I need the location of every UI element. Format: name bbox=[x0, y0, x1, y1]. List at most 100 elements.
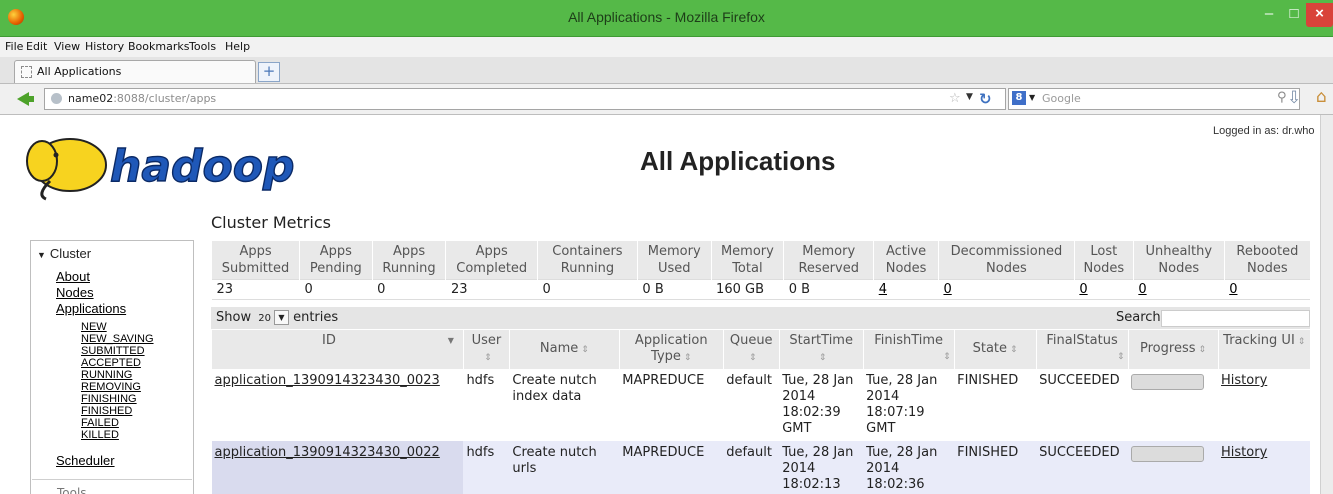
nav-state-finished[interactable]: FINISHED bbox=[81, 406, 132, 417]
tab-bar: All Applications + bbox=[0, 57, 1333, 84]
decommissioned-nodes-link[interactable]: 0 bbox=[943, 282, 951, 297]
hadoop-logo: hadoop bbox=[26, 138, 295, 201]
logged-in-user: Logged in as: dr.who bbox=[1213, 125, 1315, 137]
starttime-cell: Tue, 28 Jan 2014 18:02:13 bbox=[779, 441, 864, 494]
page-title: All Applications bbox=[640, 146, 836, 176]
column-header-finalstatus[interactable]: FinalStatus ⇕ bbox=[1035, 330, 1129, 369]
nav-link-about[interactable]: About bbox=[56, 269, 90, 284]
application-id-link[interactable]: application_1390914323430_0022 bbox=[215, 445, 440, 460]
lost-nodes-link[interactable]: 0 bbox=[1079, 282, 1087, 297]
nav-state-new-saving[interactable]: NEW_SAVING bbox=[81, 334, 154, 345]
history-dropdown-icon[interactable]: ▼ bbox=[966, 92, 973, 102]
page-length-control: Show 20 ▼ entries bbox=[216, 310, 338, 325]
address-bar[interactable]: name02:8088/cluster/apps ☆ ▼ ↻ bbox=[44, 88, 1006, 110]
search-bar[interactable]: 8 ▼ Google ⚲ bbox=[1008, 88, 1300, 110]
nav-state-submitted[interactable]: SUBMITTED bbox=[81, 346, 145, 357]
minimize-button[interactable]: – bbox=[1256, 3, 1282, 27]
column-header-id[interactable]: ID ▼ bbox=[211, 330, 464, 369]
finalstatus-cell: SUCCEEDED bbox=[1036, 441, 1129, 494]
finishtime-cell: Tue, 28 Jan 2014 18:02:36 bbox=[863, 441, 955, 494]
search-label: Search: bbox=[1116, 310, 1166, 325]
menu-tools[interactable]: Tools bbox=[189, 40, 216, 53]
page-icon bbox=[21, 66, 32, 78]
menu-edit[interactable]: Edit bbox=[26, 40, 47, 53]
nav-state-failed[interactable]: FAILED bbox=[81, 418, 119, 429]
tools-section-label[interactable]: Tools bbox=[57, 486, 87, 494]
bookmark-star-icon[interactable]: ☆ bbox=[949, 91, 961, 106]
reload-icon[interactable]: ↻ bbox=[979, 90, 992, 108]
queue-header-label: Queue bbox=[729, 333, 773, 348]
metric-header: Memory Used bbox=[636, 241, 712, 280]
table-search-input[interactable] bbox=[1161, 310, 1310, 327]
active-nodes-link[interactable]: 4 bbox=[879, 282, 887, 297]
menu-bookmarks[interactable]: Bookmarks bbox=[128, 40, 189, 53]
nav-state-killed[interactable]: KILLED bbox=[81, 430, 119, 441]
nav-link-scheduler[interactable]: Scheduler bbox=[56, 453, 115, 468]
progress-bar bbox=[1131, 374, 1205, 390]
metric-apps-submitted: 23 bbox=[211, 279, 300, 300]
home-icon[interactable]: ⌂ bbox=[1316, 87, 1333, 107]
page-length-select[interactable]: 20 bbox=[255, 313, 274, 324]
nav-link-nodes[interactable]: Nodes bbox=[56, 285, 94, 300]
maximize-button[interactable]: □ bbox=[1282, 3, 1306, 27]
column-header-queue[interactable]: Queue ⇕ bbox=[722, 330, 780, 369]
tab-label: All Applications bbox=[37, 65, 122, 78]
metric-decommissioned-cell: 0 bbox=[938, 279, 1075, 300]
column-header-progress[interactable]: Progress ⇕ bbox=[1127, 330, 1219, 369]
progress-bar bbox=[1131, 446, 1205, 462]
menu-view[interactable]: View bbox=[54, 40, 80, 53]
metric-header: Apps Completed bbox=[445, 241, 538, 280]
cluster-section-toggle[interactable]: ▼ Cluster bbox=[37, 246, 91, 261]
menu-history[interactable]: History bbox=[85, 40, 124, 53]
nav-link-applications[interactable]: Applications bbox=[56, 301, 126, 316]
download-icon[interactable]: ⇩ bbox=[1287, 88, 1301, 108]
menu-file[interactable]: File bbox=[5, 40, 23, 53]
column-header-starttime[interactable]: StartTime ⇕ bbox=[778, 330, 864, 369]
google-icon[interactable]: 8 bbox=[1012, 91, 1026, 105]
tab-all-applications[interactable]: All Applications bbox=[14, 60, 256, 83]
nav-state-running[interactable]: RUNNING bbox=[81, 370, 132, 381]
unhealthy-nodes-link[interactable]: 0 bbox=[1138, 282, 1146, 297]
history-link[interactable]: History bbox=[1221, 373, 1267, 388]
column-header-finishtime[interactable]: FinishTime ⇕ bbox=[862, 330, 955, 369]
state-cell: FINISHED bbox=[954, 441, 1037, 494]
metric-apps-pending: 0 bbox=[299, 279, 373, 300]
table-row: application_1390914323430_0022 hdfs Crea… bbox=[211, 441, 1310, 494]
column-header-name[interactable]: Name ⇕ bbox=[508, 330, 620, 369]
metric-header: Active Nodes bbox=[873, 241, 939, 280]
column-header-state[interactable]: State ⇕ bbox=[953, 330, 1037, 369]
metric-active-nodes-cell: 4 bbox=[873, 279, 939, 300]
nav-state-accepted[interactable]: ACCEPTED bbox=[81, 358, 141, 369]
history-link[interactable]: History bbox=[1221, 445, 1267, 460]
metric-header: Apps Pending bbox=[299, 241, 373, 280]
column-header-tracking[interactable]: Tracking UI ⇕ bbox=[1217, 330, 1310, 369]
application-id-link[interactable]: application_1390914323430_0023 bbox=[215, 373, 440, 388]
starttime-cell: Tue, 28 Jan 2014 18:02:39 GMT bbox=[779, 369, 864, 441]
metric-header: Memory Total bbox=[710, 241, 784, 280]
sort-icon: ⇕ bbox=[581, 345, 589, 355]
page-length-dropdown-icon[interactable]: ▼ bbox=[273, 310, 289, 325]
user-cell: hdfs bbox=[463, 441, 510, 494]
progress-cell bbox=[1128, 369, 1219, 441]
metric-lost-cell: 0 bbox=[1074, 279, 1134, 300]
column-header-user[interactable]: User ⇕ bbox=[462, 330, 510, 369]
app-id-cell: application_1390914323430_0022 bbox=[211, 441, 464, 494]
cluster-metrics-title: Cluster Metrics bbox=[211, 213, 331, 232]
close-button[interactable]: × bbox=[1306, 3, 1333, 27]
vertical-scrollbar[interactable] bbox=[1320, 115, 1333, 494]
metric-memory-used: 0 B bbox=[637, 279, 712, 300]
metrics-header-row: Apps Submitted Apps Pending Apps Running… bbox=[210, 241, 1310, 280]
sort-icon: ⇕ bbox=[1297, 337, 1306, 347]
cluster-nav-panel: ▼ Cluster About Nodes Applications NEW NE… bbox=[30, 240, 194, 494]
column-header-type[interactable]: Application Type ⇕ bbox=[618, 330, 724, 369]
engine-dropdown-icon[interactable]: ▼ bbox=[1029, 93, 1035, 102]
search-icon[interactable]: ⚲ bbox=[1277, 90, 1287, 105]
menu-help[interactable]: Help bbox=[225, 40, 250, 53]
rebooted-nodes-link[interactable]: 0 bbox=[1229, 282, 1237, 297]
nav-state-finishing[interactable]: FINISHING bbox=[81, 394, 137, 405]
queue-cell: default bbox=[723, 441, 780, 494]
new-tab-button[interactable]: + bbox=[258, 62, 280, 82]
nav-state-removing[interactable]: REMOVING bbox=[81, 382, 141, 393]
table-header-row: ID ▼ User ⇕ Name ⇕ Application Type ⇕ Queue… bbox=[211, 330, 1310, 369]
nav-state-new[interactable]: NEW bbox=[81, 322, 107, 333]
